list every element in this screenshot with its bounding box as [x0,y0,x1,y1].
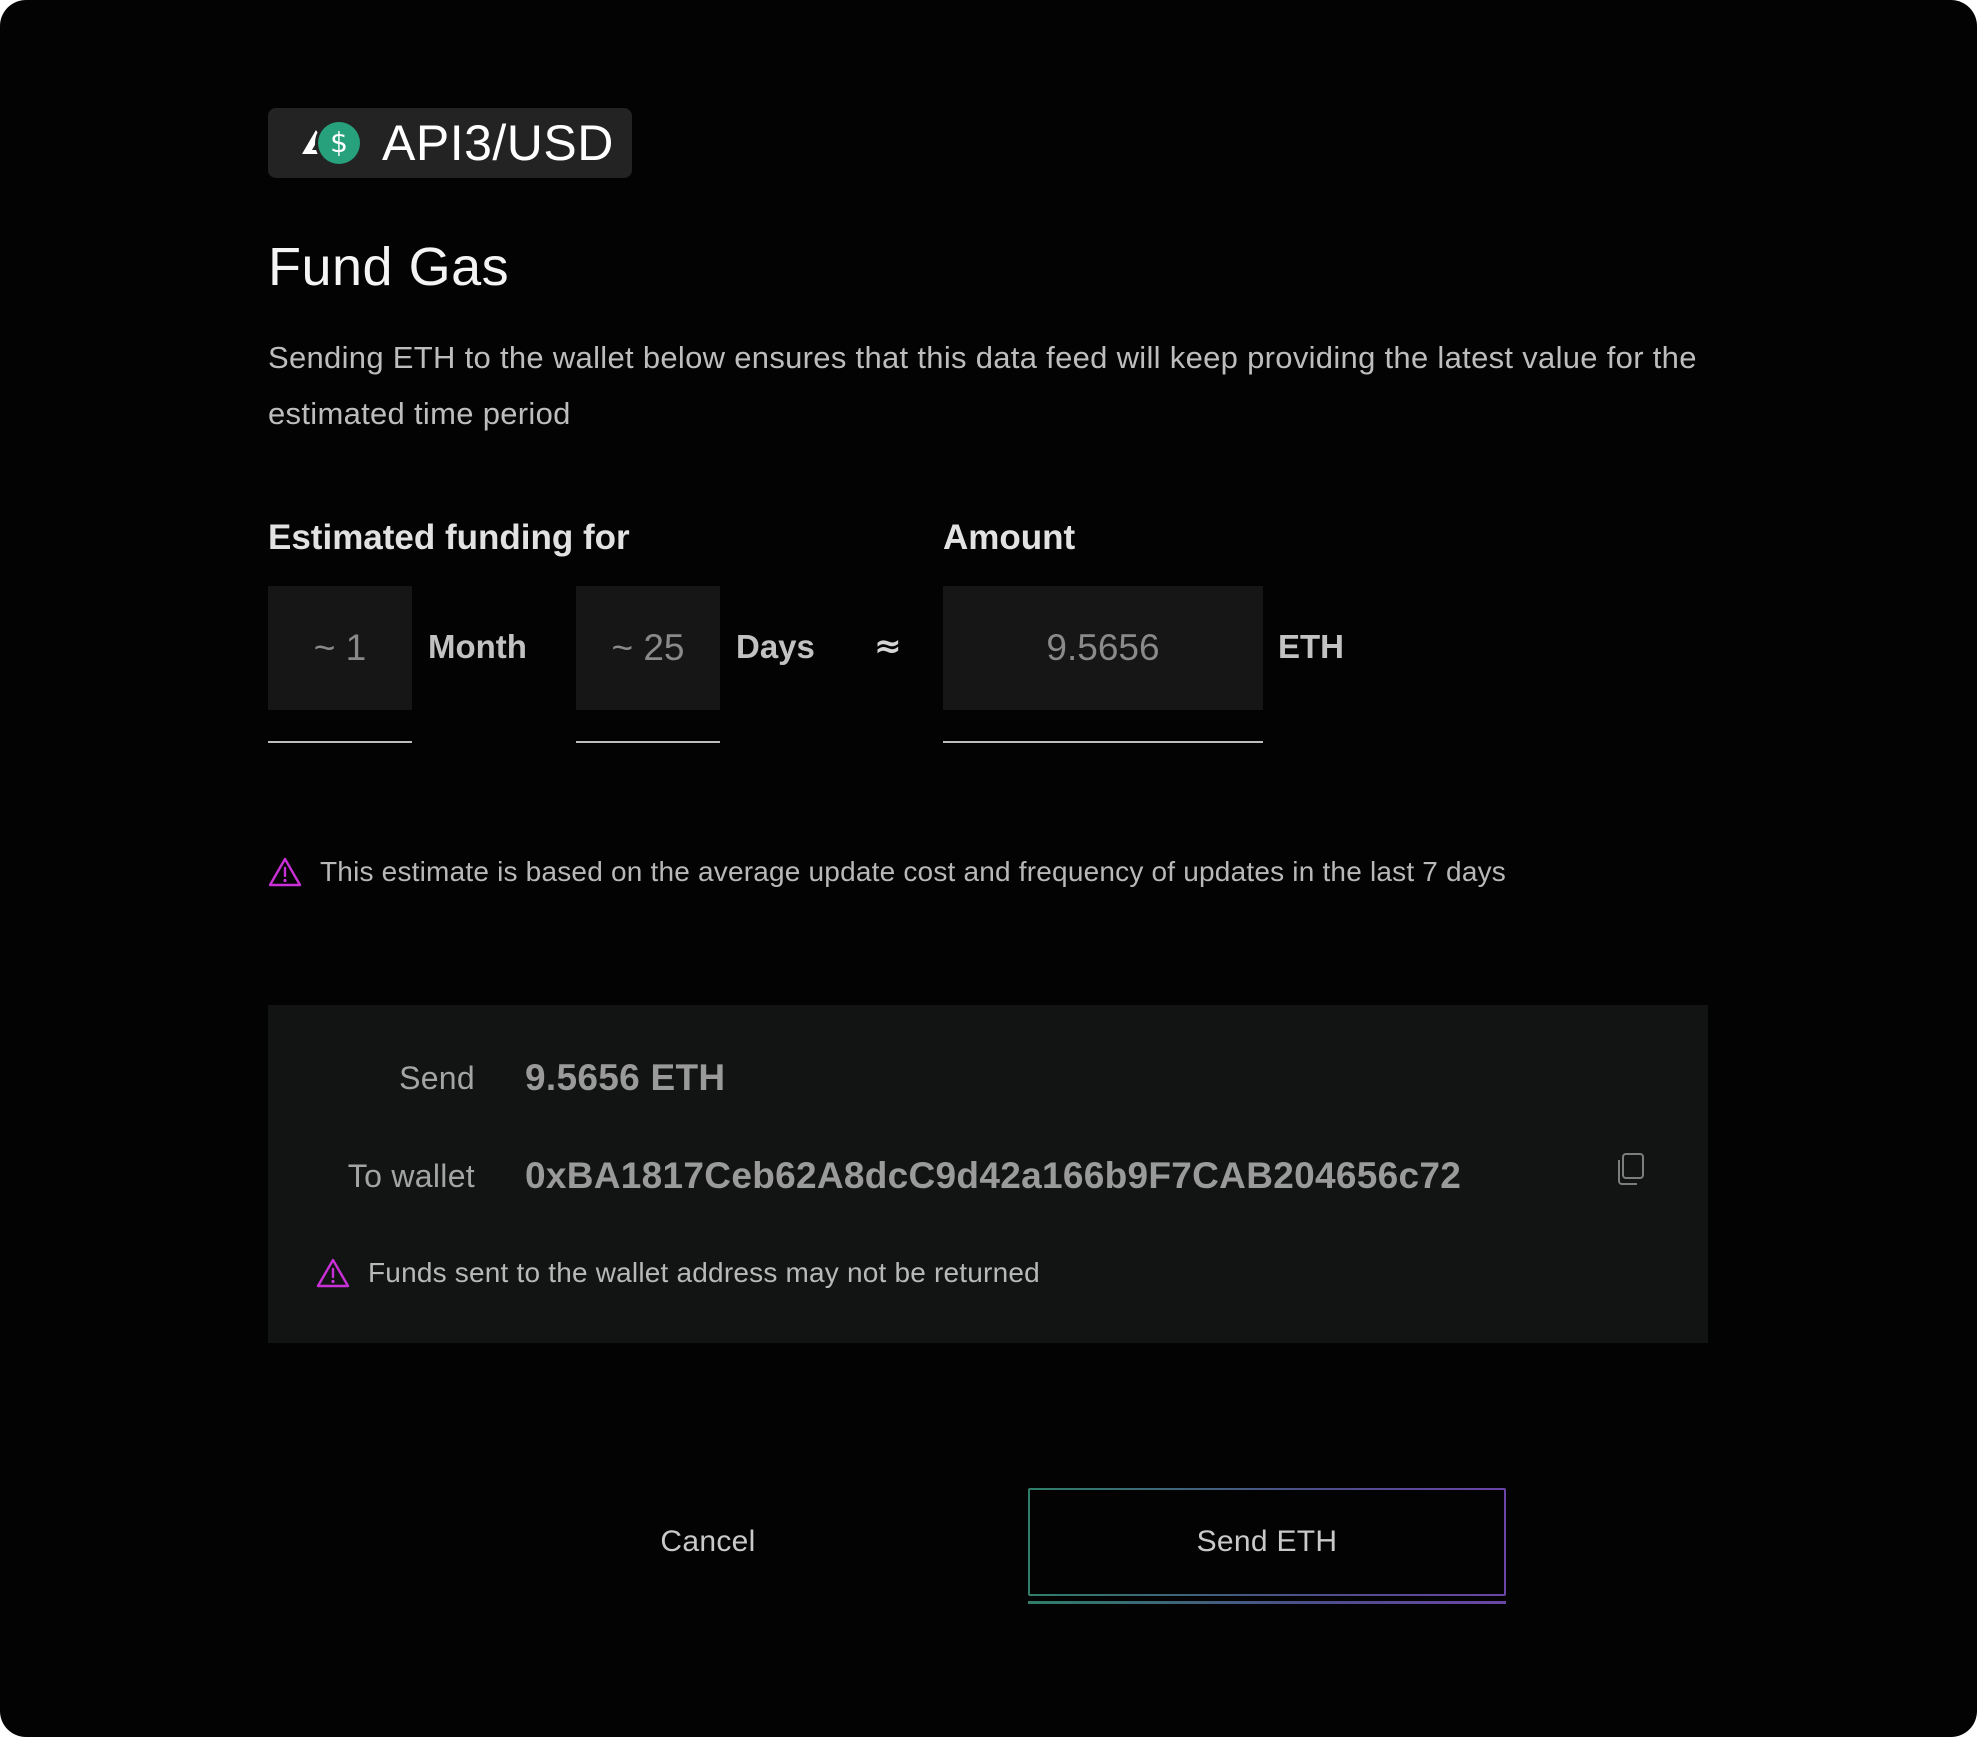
data-feed-name: API3/USD [382,115,614,171]
send-label: Send [399,1059,475,1096]
estimate-warning: This estimate is based on the average up… [268,856,1506,888]
copy-icon[interactable] [1612,1151,1648,1187]
warning-icon [268,857,302,887]
usd-coin-icon: $ [318,122,360,164]
estimated-funding-label: Estimated funding for [268,518,630,557]
days-unit: Days [736,628,815,665]
send-amount-row: Send 9.5656 ETH [268,1057,725,1099]
amount-label: Amount [943,518,1076,557]
fund-gas-modal: $ API3/USD Fund Gas Sending ETH to the w… [0,0,1977,1737]
send-eth-button[interactable]: Send ETH [1028,1488,1506,1596]
wallet-warning: Funds sent to the wallet address may not… [316,1257,1040,1289]
send-amount-value: 9.5656 ETH [525,1057,726,1098]
months-unit: Month [428,628,527,665]
data-feed-badge: $ API3/USD [268,108,632,178]
wallet-row: To wallet 0xBA1817Ceb62A8dcC9d42a166b9F7… [268,1155,1461,1197]
months-input-underline [268,741,412,743]
send-summary-panel: Send 9.5656 ETH To wallet 0xBA1817Ceb62A… [268,1005,1708,1343]
modal-title: Fund Gas [268,237,510,297]
cancel-button[interactable]: Cancel [560,1490,856,1594]
wallet-warning-text: Funds sent to the wallet address may not… [368,1257,1040,1288]
amount-input[interactable]: 9.5656 [943,586,1263,710]
amount-unit: ETH [1278,628,1344,665]
amount-input-underline [943,741,1263,743]
wallet-address[interactable]: 0xBA1817Ceb62A8dcC9d42a166b9F7CAB204656c… [525,1155,1461,1197]
days-input-underline [576,741,720,743]
months-input[interactable]: ~ 1 [268,586,412,710]
estimate-warning-text: This estimate is based on the average up… [320,856,1507,887]
modal-description: Sending ETH to the wallet below ensures … [268,340,1697,431]
warning-icon [316,1258,350,1288]
send-eth-button-underline [1028,1601,1506,1604]
wallet-label: To wallet [347,1157,475,1194]
days-input[interactable]: ~ 25 [576,586,720,710]
pair-icons: $ [294,121,364,165]
approx-symbol: ≈ [874,626,902,665]
